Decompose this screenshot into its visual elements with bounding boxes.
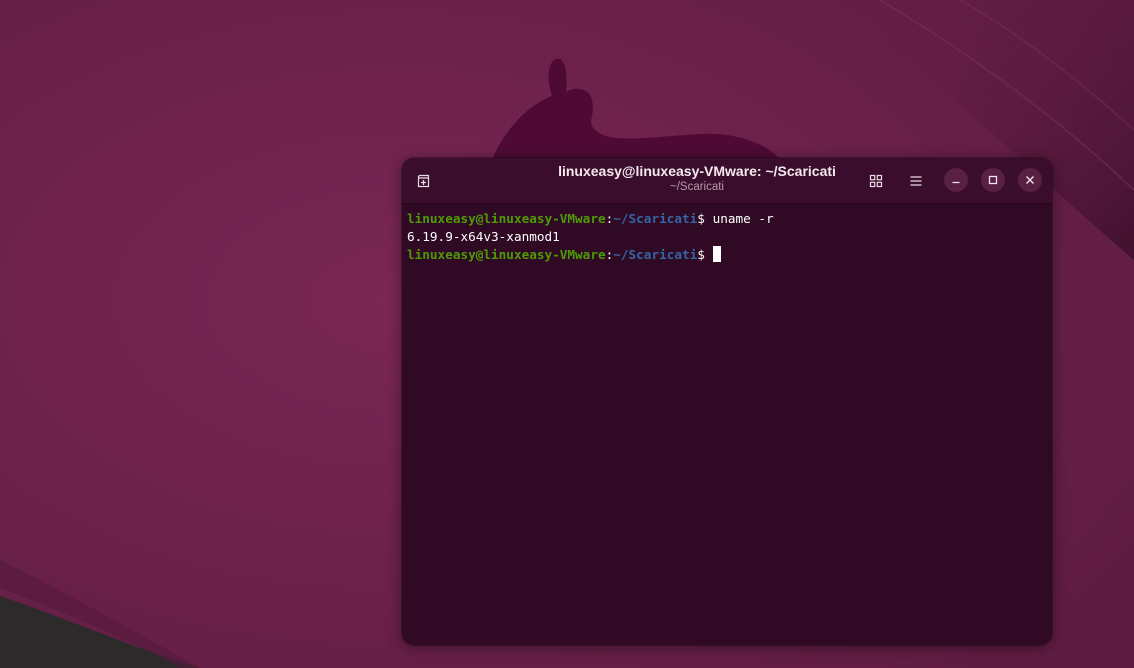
hamburger-menu-icon — [910, 176, 922, 186]
window-title: linuxeasy@linuxeasy-VMware: ~/Scaricati — [558, 163, 836, 179]
window-subtitle: ~/Scaricati — [669, 181, 724, 193]
terminal-line: 6.19.9-x64v3-xanmod1 — [407, 228, 1047, 246]
prompt-user-host: linuxeasy@linuxeasy-VMware — [407, 247, 606, 262]
minimize-button[interactable] — [944, 168, 968, 192]
minimize-icon — [952, 181, 960, 184]
maximize-button[interactable] — [981, 168, 1005, 192]
command-text: uname -r — [712, 211, 774, 226]
prompt-symbol: $ — [697, 211, 713, 226]
terminal-window[interactable]: linuxeasy@linuxeasy-VMware: ~/Scaricati … — [402, 158, 1052, 645]
text-cursor — [712, 246, 721, 262]
close-icon — [1026, 176, 1034, 184]
tab-overview-button[interactable] — [862, 167, 890, 195]
maximize-icon — [988, 175, 998, 185]
terminal-headerbar[interactable]: linuxeasy@linuxeasy-VMware: ~/Scaricati … — [402, 158, 1052, 204]
window-title-block: linuxeasy@linuxeasy-VMware: ~/Scaricati … — [532, 163, 862, 194]
prompt-user-host: linuxeasy@linuxeasy-VMware — [407, 211, 606, 226]
prompt-path: ~/Scaricati — [613, 247, 698, 262]
close-button[interactable] — [1018, 168, 1042, 192]
prompt-symbol: $ — [697, 247, 713, 262]
terminal-line: linuxeasy@linuxeasy-VMware:~/Scaricati$ — [407, 246, 1047, 264]
prompt-path: ~/Scaricati — [613, 211, 698, 226]
new-tab-button[interactable] — [410, 167, 438, 195]
main-menu-button[interactable] — [902, 167, 930, 195]
command-output: 6.19.9-x64v3-xanmod1 — [407, 229, 560, 244]
new-tab-icon — [417, 174, 430, 188]
terminal-content[interactable]: linuxeasy@linuxeasy-VMware:~/Scaricati$ … — [407, 210, 1047, 264]
terminal-line: linuxeasy@linuxeasy-VMware:~/Scaricati$ … — [407, 210, 1047, 228]
grid-icon — [869, 174, 883, 188]
